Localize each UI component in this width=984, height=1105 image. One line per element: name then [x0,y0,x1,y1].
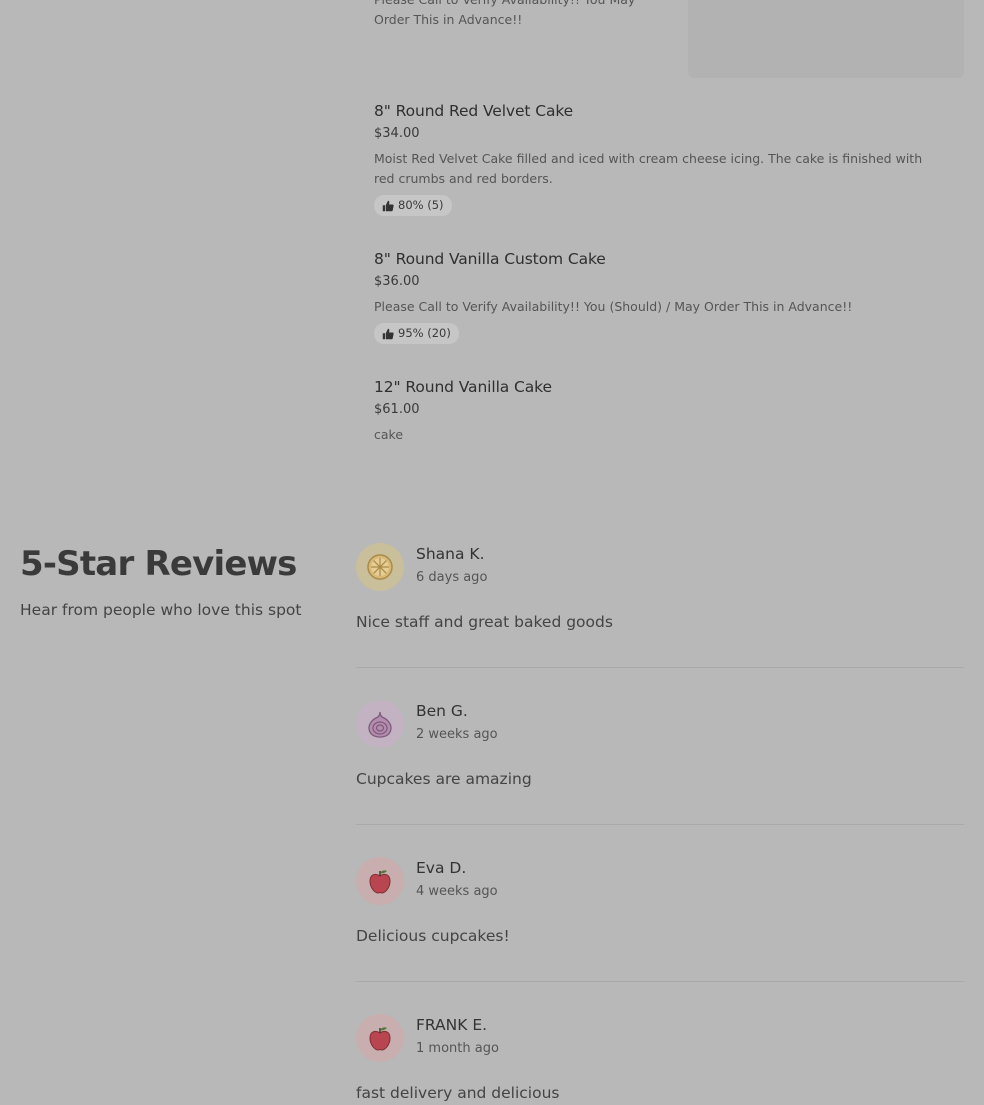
menu-item[interactable]: 8" Round Red Velvet Cake $34.00 Moist Re… [374,101,944,216]
review-text: Cupcakes are amazing [356,770,532,788]
review-time: 6 days ago [416,570,488,585]
reviews-subtitle: Hear from people who love this spot [20,601,302,619]
divider [356,667,964,668]
onion-icon [368,711,392,738]
rating-text: 80% (5) [398,198,444,212]
thumbs-up-icon [382,200,394,211]
orange-slice-icon [367,554,393,580]
review-text: Delicious cupcakes! [356,927,510,945]
review-time: 4 weeks ago [416,884,498,899]
menu-item-price: $36.00 [374,274,420,289]
menu-item-description: Please Call to Verify Availability!! You… [374,299,853,314]
reviewer-name: Shana K. [416,545,485,563]
reviews-title: 5-Star Reviews [20,544,297,584]
menu-item[interactable]: 12" Round Vanilla Cake $61.00 cake [374,377,944,445]
rating-badge: 95% (20) [374,323,459,344]
reviewer-name: Ben G. [416,702,468,720]
menu-item-description-partial: Please Call to Verify Availability!! You… [374,0,635,27]
divider [356,981,964,982]
rating-text: 95% (20) [398,326,451,340]
avatar [356,543,404,591]
avatar [356,700,404,748]
apple-icon [369,870,391,894]
divider [356,824,964,825]
thumbs-up-icon [382,328,394,339]
avatar [356,1014,404,1062]
menu-item-description: Moist Red Velvet Cake filled and iced wi… [374,151,923,186]
menu-item[interactable]: 8" Round Vanilla Custom Cake $36.00 Plea… [374,249,944,344]
menu-item-price: $34.00 [374,126,420,141]
rating-badge: 80% (5) [374,195,452,216]
menu-item-description: cake [374,427,404,442]
menu-item-name: 12" Round Vanilla Cake [374,378,552,396]
apple-icon [369,1027,391,1051]
avatar [356,857,404,905]
review-text: Nice staff and great baked goods [356,613,613,631]
menu-item-name: 8" Round Red Velvet Cake [374,102,574,120]
menu-item-price: $61.00 [374,402,420,417]
menu-item-name: 8" Round Vanilla Custom Cake [374,250,606,268]
reviewer-name: Eva D. [416,859,467,877]
reviewer-name: FRANK E. [416,1016,488,1034]
review-time: 1 month ago [416,1041,499,1056]
review-text: fast delivery and delicious [356,1084,560,1102]
review-time: 2 weeks ago [416,727,498,742]
menu-item-image[interactable] [688,0,964,78]
